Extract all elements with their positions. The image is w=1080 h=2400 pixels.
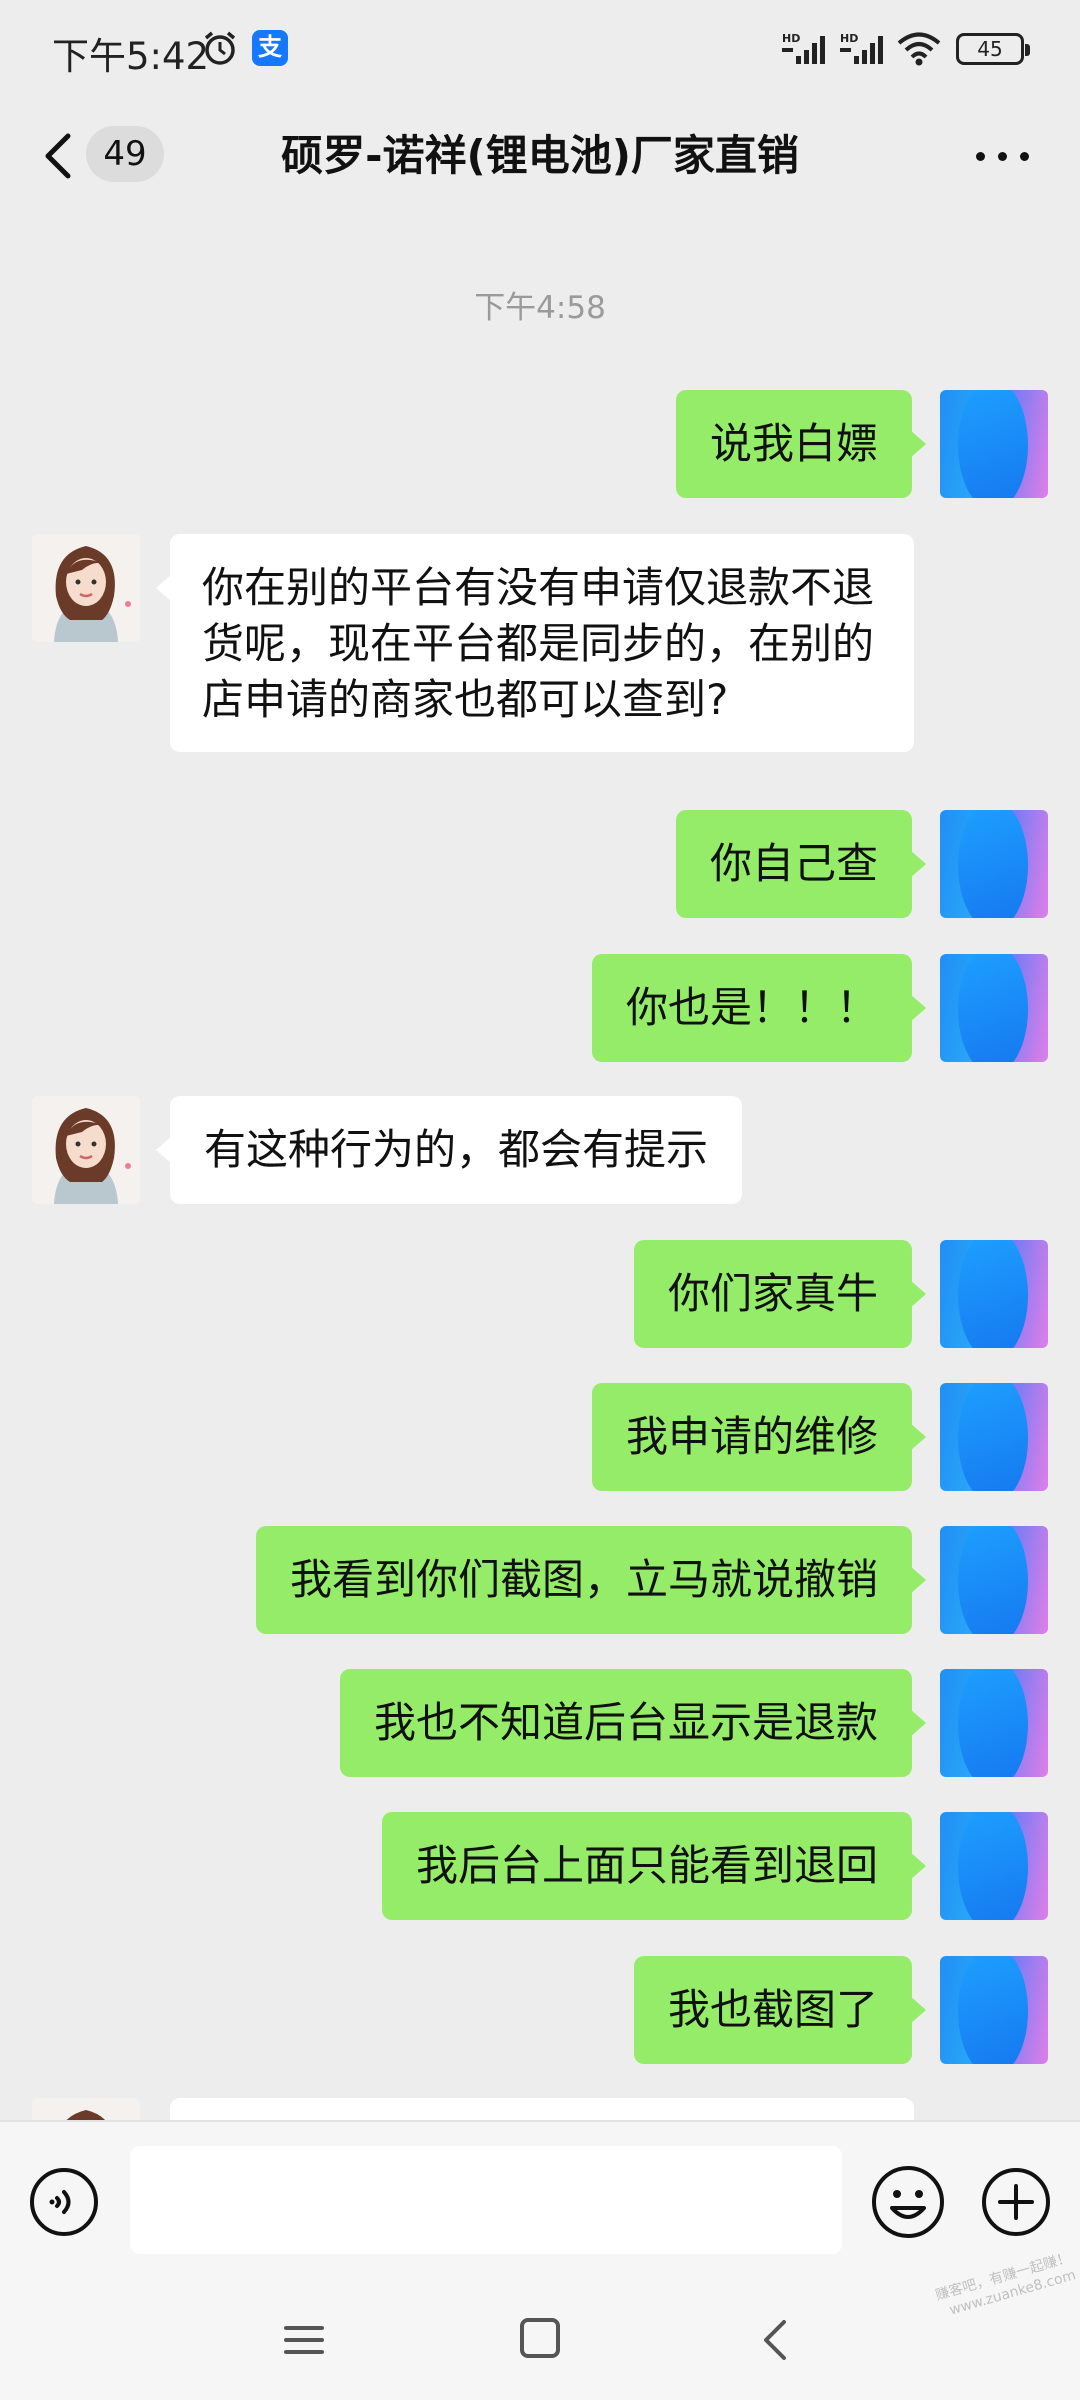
battery-icon: 45: [956, 33, 1030, 65]
message-bubble[interactable]: 说我白嫖: [675, 390, 927, 498]
message-bubble[interactable]: 有这种行为的，都会有提示: [155, 1096, 743, 1204]
chat-header: 49 硕罗-诺祥(锂电池)厂家直销: [0, 96, 1080, 216]
back-icon[interactable]: [756, 2318, 796, 2362]
wifi-icon: [897, 32, 941, 66]
message-bubble[interactable]: 我也不知道后台显示是退款: [339, 1669, 927, 1777]
message-bubble[interactable]: 你也是！！！: [591, 954, 927, 1062]
message-bubble[interactable]: 我看到你们截图，立马就说撤销: [255, 1526, 927, 1634]
my-avatar[interactable]: [940, 1240, 1048, 1348]
signal-label: HD: [782, 32, 800, 45]
home-icon[interactable]: [520, 2318, 560, 2358]
my-avatar[interactable]: [940, 1669, 1048, 1777]
my-avatar[interactable]: [940, 1526, 1048, 1634]
avatar-woman-icon: [32, 2098, 140, 2120]
message-bubble[interactable]: 我申请的维修: [591, 1383, 927, 1491]
contact-avatar[interactable]: [32, 1096, 140, 1204]
message-input[interactable]: [130, 2146, 842, 2254]
chat-screen: 下午5:42 支 HD HD 45 49 硕罗-诺祥(锂电池)厂家直销 下午4:…: [0, 0, 1080, 2400]
message-bubble[interactable]: 我后台上面只能看到退回: [381, 1812, 927, 1920]
contact-avatar[interactable]: [32, 534, 140, 642]
voice-icon[interactable]: [28, 2166, 100, 2238]
message-bubble[interactable]: 我也截图了: [633, 1956, 927, 2064]
more-options-button[interactable]: [972, 136, 1034, 176]
avatar-woman-icon: [32, 534, 140, 642]
input-bar: [0, 2120, 1080, 2280]
my-avatar[interactable]: [940, 1383, 1048, 1491]
message-bubble[interactable]: 你们家真牛: [633, 1240, 927, 1348]
message-bubble-partial[interactable]: [170, 2098, 914, 2120]
menu-icon[interactable]: [284, 2320, 324, 2360]
message-bubble[interactable]: 你在别的平台有没有申请仅退款不退货呢，现在平台都是同步的，在别的店申请的商家也都…: [156, 534, 914, 752]
back-button[interactable]: [36, 126, 80, 186]
my-avatar[interactable]: [940, 390, 1048, 498]
chat-title: 硕罗-诺祥(锂电池)厂家直销: [281, 131, 799, 180]
avatar-woman-icon: [32, 1096, 140, 1204]
unread-count-badge[interactable]: 49: [86, 126, 164, 182]
message-list[interactable]: 下午4:58 说我白嫖 你在别的平台有没有申请仅退款不退货呢，现在平台都是同步的…: [0, 216, 1080, 2120]
my-avatar[interactable]: [940, 1812, 1048, 1920]
status-time: 下午5:42: [52, 35, 210, 78]
alarm-icon: [204, 31, 236, 65]
contact-avatar[interactable]: [32, 2098, 140, 2120]
my-avatar[interactable]: [940, 954, 1048, 1062]
signal-icon: HD: [840, 32, 883, 64]
my-avatar[interactable]: [940, 810, 1048, 918]
emoji-icon[interactable]: [870, 2164, 946, 2240]
message-bubble[interactable]: 你自己查: [675, 810, 927, 918]
signal-label: HD: [840, 32, 858, 45]
alipay-icon: 支: [252, 30, 288, 66]
signal-icon: HD: [782, 32, 825, 64]
message-timestamp: 下午4:58: [474, 290, 606, 326]
my-avatar[interactable]: [940, 1956, 1048, 2064]
plus-icon[interactable]: [980, 2166, 1052, 2238]
status-bar: 下午5:42 支 HD HD 45: [0, 0, 1080, 96]
